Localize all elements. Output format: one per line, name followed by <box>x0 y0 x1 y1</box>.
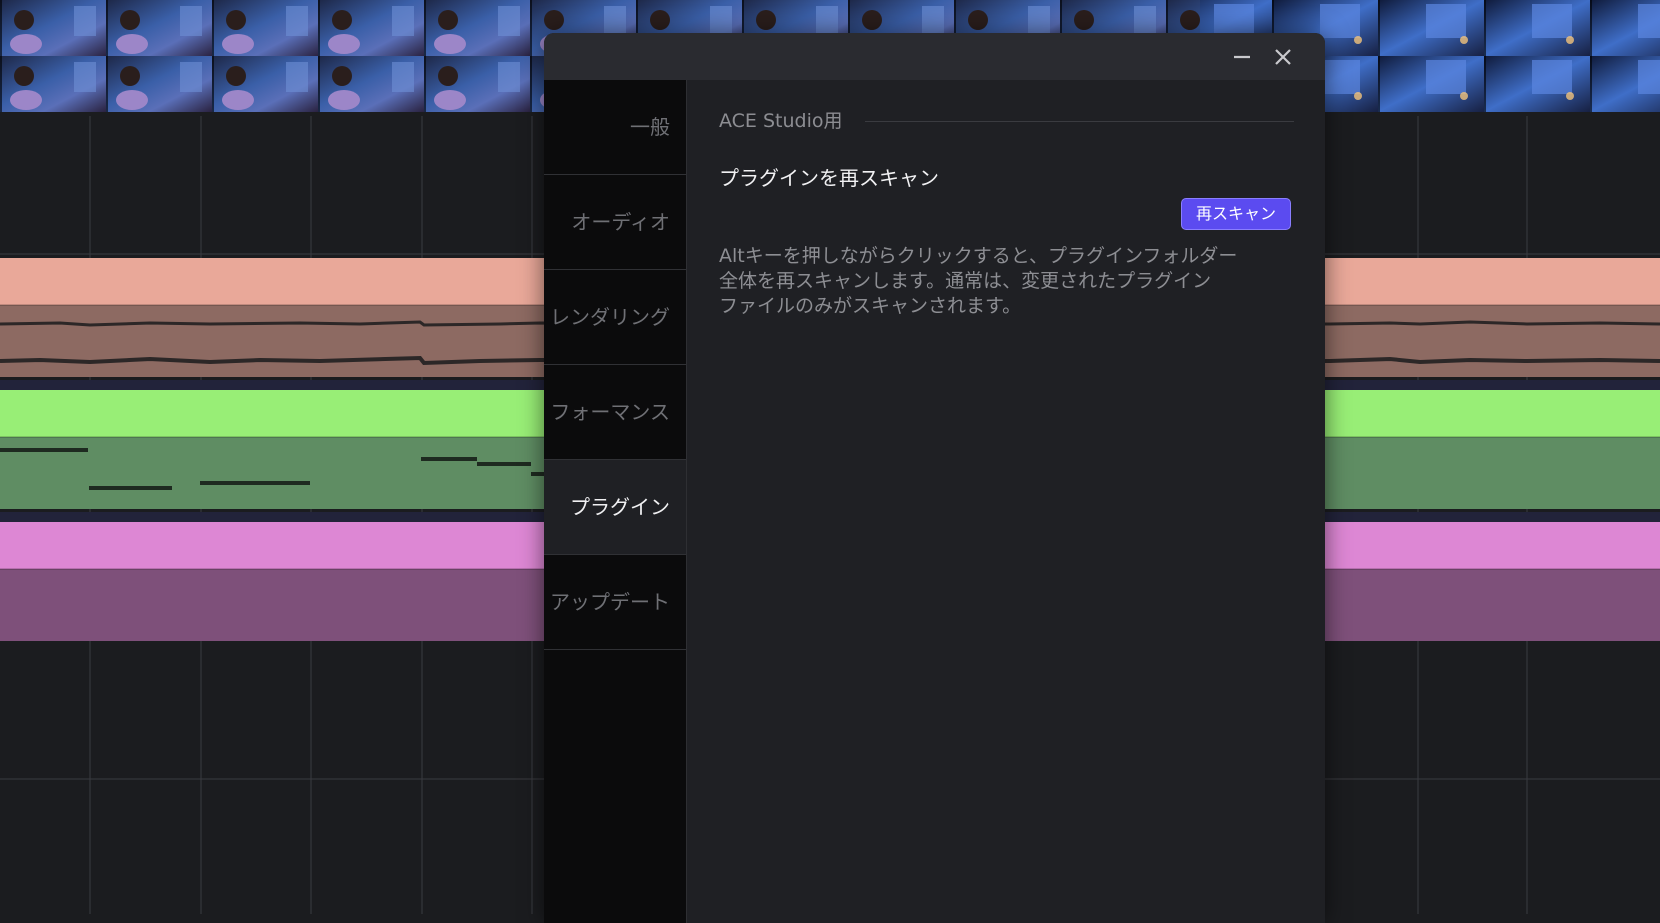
sidebar-item-audio[interactable]: オーディオ <box>544 175 686 270</box>
sidebar-item-label: 一般 <box>630 115 670 139</box>
sidebar-item-general[interactable]: 一般 <box>544 80 686 175</box>
description-line: ファイルのみがスキャンされます。 <box>719 295 1022 317</box>
section-divider <box>865 121 1294 122</box>
sidebar-item-label: オーディオ <box>571 210 670 234</box>
close-icon <box>1275 49 1291 65</box>
sidebar-item-label: レンダリング <box>550 305 670 329</box>
sidebar-item-label: プラグイン <box>570 495 670 519</box>
sidebar-item-label: フォーマンス <box>550 400 670 424</box>
description-line: Altキーを押しながらクリックすると、プラグインフォルダー <box>719 245 1238 267</box>
description-line: 全体を再スキャンします。通常は、変更されたプラグイン <box>719 270 1212 292</box>
rescan-plugins-label: プラグインを再スキャン <box>719 166 939 190</box>
sidebar-item-updates[interactable]: アップデート <box>544 555 686 650</box>
section-title: ACE Studio用 <box>719 110 843 132</box>
dialog-titlebar[interactable] <box>544 33 1325 80</box>
rescan-button[interactable]: 再スキャン <box>1181 198 1291 230</box>
minimize-icon <box>1234 55 1250 59</box>
sidebar-item-rendering[interactable]: レンダリング <box>544 270 686 365</box>
section-header: ACE Studio用 <box>719 108 1294 134</box>
minimize-button[interactable] <box>1226 41 1258 73</box>
rescan-description: Altキーを押しながらクリックすると、プラグインフォルダー 全体を再スキャンしま… <box>719 244 1294 319</box>
close-button[interactable] <box>1267 41 1299 73</box>
sidebar-item-plugins[interactable]: プラグイン <box>544 460 686 555</box>
preferences-sidebar: 一般 オーディオ レンダリング フォーマンス プラグイン アップデート <box>544 80 687 923</box>
preferences-dialog: 一般 オーディオ レンダリング フォーマンス プラグイン アップデート ACE … <box>544 33 1325 923</box>
sidebar-item-label: アップデート <box>550 590 670 614</box>
sidebar-item-performance[interactable]: フォーマンス <box>544 365 686 460</box>
